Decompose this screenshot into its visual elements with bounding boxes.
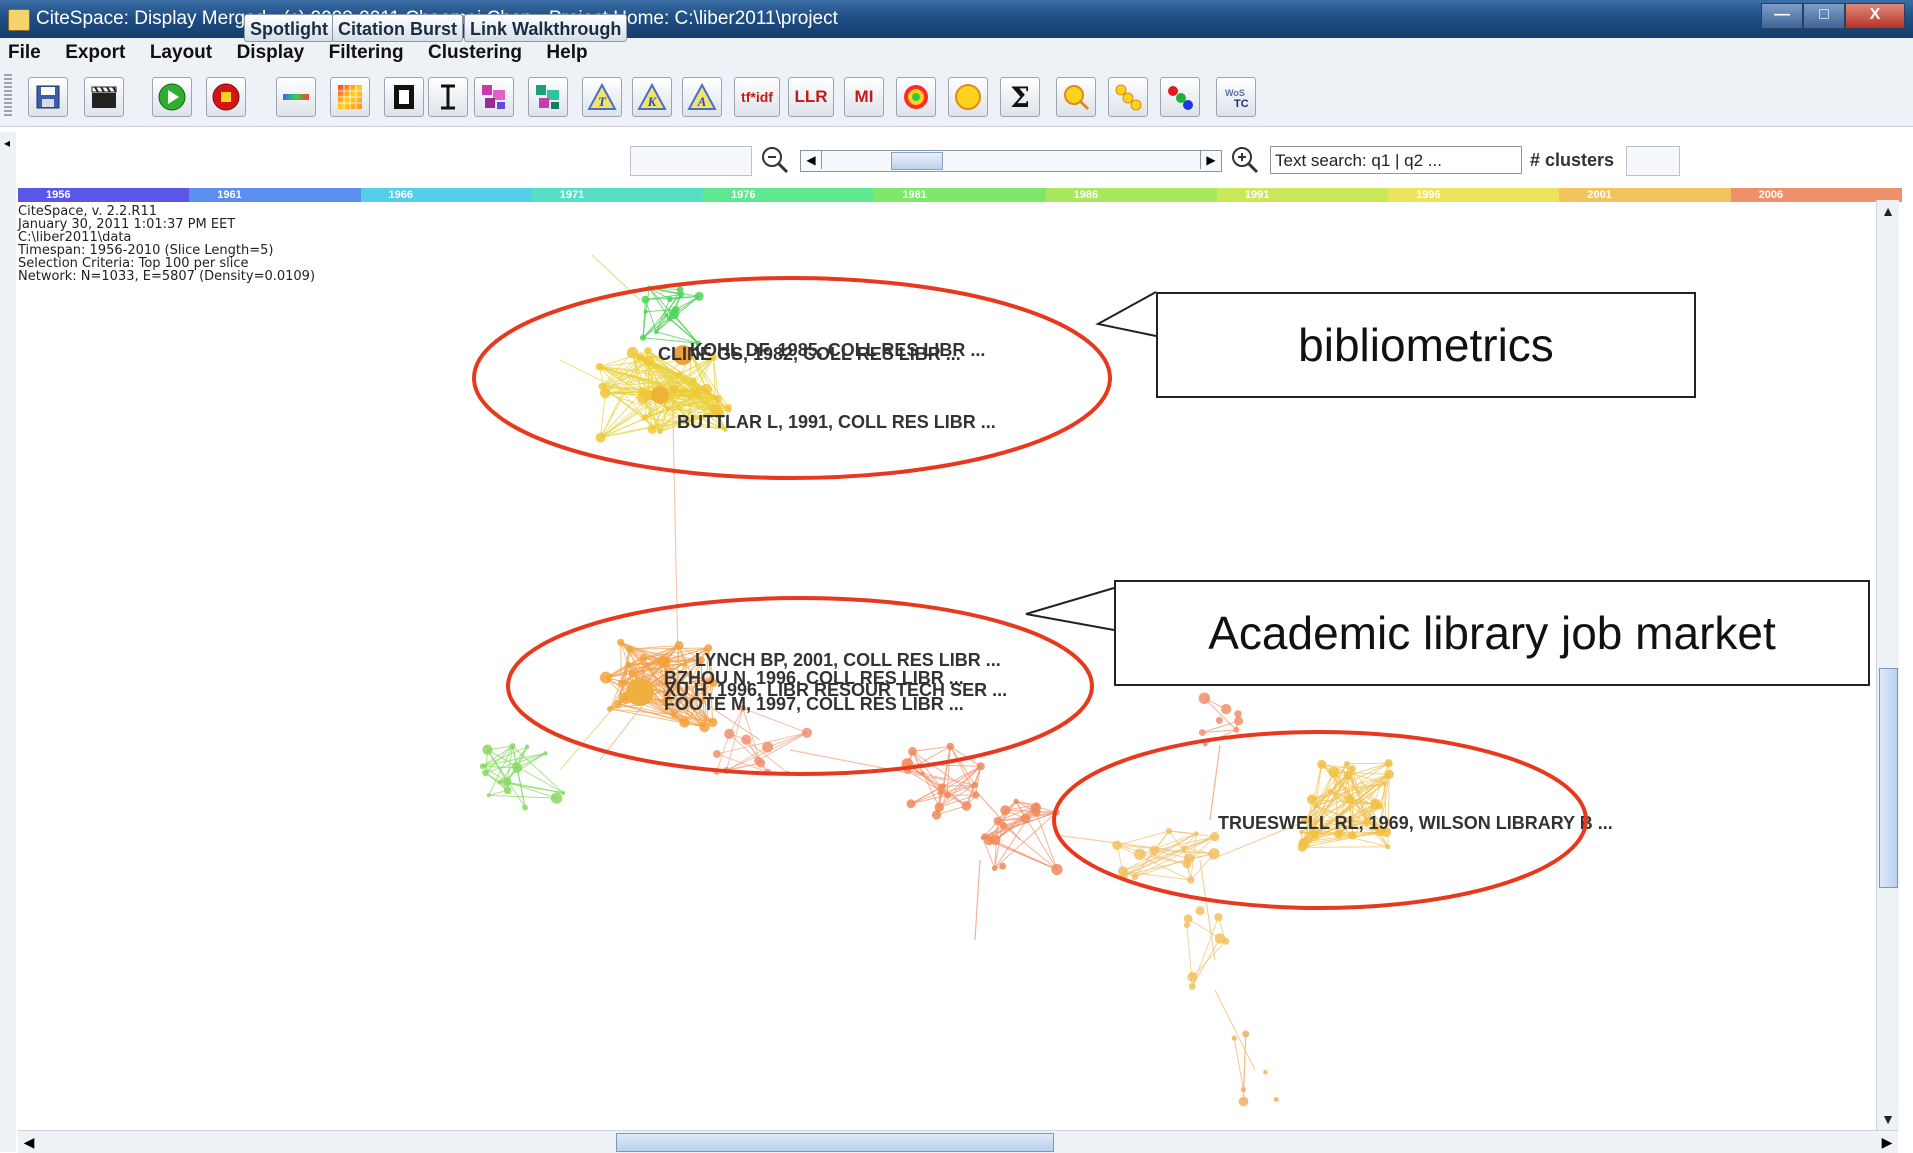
scroll-left-arrow[interactable]: ◀	[18, 1131, 40, 1153]
scroll-right-arrow[interactable]: ▶	[1876, 1131, 1898, 1153]
bibliometrics-callout: bibliometrics	[1156, 292, 1696, 398]
vertical-scroll-thumb[interactable]	[1879, 668, 1898, 888]
horizontal-scroll-thumb[interactable]	[616, 1133, 1054, 1152]
horizontal-scrollbar[interactable]: ◀ ▶	[18, 1130, 1898, 1153]
vertical-scrollbar[interactable]: ▲ ▼	[1876, 200, 1899, 1130]
job-market-callout: Academic library job market	[1114, 580, 1870, 686]
annotation-pointers	[0, 0, 1913, 1152]
scroll-up-arrow[interactable]: ▲	[1877, 200, 1899, 222]
scroll-down-arrow[interactable]: ▼	[1877, 1108, 1899, 1130]
